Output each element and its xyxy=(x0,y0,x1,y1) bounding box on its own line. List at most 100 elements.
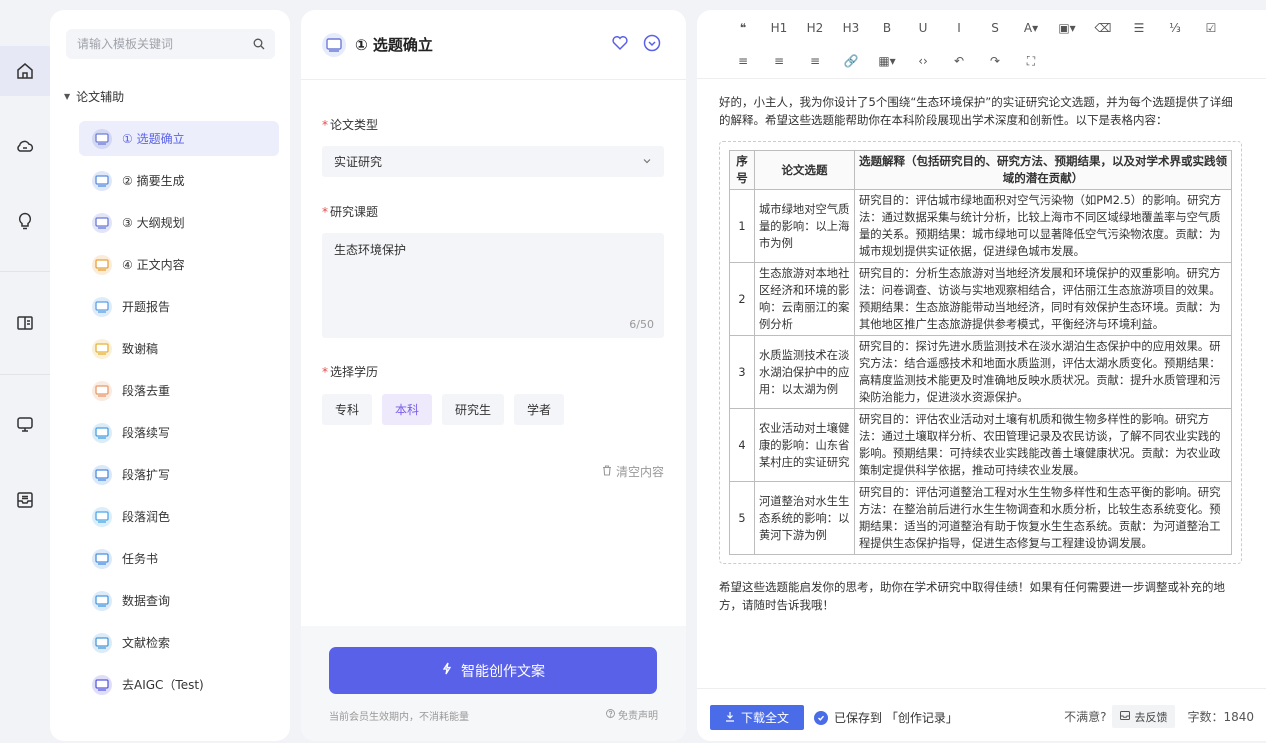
table-row: 4 农业活动对土壤健康的影响：山东省某村庄的实证研究 研究目的：评估农业活动对土壤有… xyxy=(729,408,1232,482)
feedback-label: 去反馈 xyxy=(1134,710,1168,724)
table-row: 2 生态旅游对本地社区经济和环境的影响：云南丽江的案例分析 研究目的：分析生态旅游对… xyxy=(729,262,1232,336)
template-item[interactable]: 任务书 xyxy=(79,541,279,576)
template-item[interactable]: 段落扩写 xyxy=(79,457,279,492)
toolbar-button[interactable]: S xyxy=(977,13,1013,43)
template-search xyxy=(66,29,275,59)
toolbar-button[interactable]: ☰ xyxy=(1121,13,1157,43)
document-content[interactable]: 好的，小主人，我为你设计了5个围绕“生态环境保护”的实证研究论文选题，并为每个选… xyxy=(719,93,1242,614)
clear-label: 清空内容 xyxy=(615,465,664,479)
degree-options: 专科 本科 研究生 学者 xyxy=(322,394,565,425)
icon-rail xyxy=(0,0,50,743)
toolbar-button[interactable]: ⅓ xyxy=(1157,13,1193,43)
template-icon xyxy=(92,296,112,317)
table-row: 3 水质监测技术在淡水湖泊保护中的应用：以太湖为例 研究目的：探讨先进水质监测技术在… xyxy=(729,335,1232,409)
toolbar-button[interactable]: U xyxy=(905,13,941,43)
row-explanation: 研究目的：评估河道整治工程对水生生物多样性和生态平衡的影响。研究方法：在整治前后… xyxy=(854,481,1232,555)
toolbar-button[interactable]: ⌫ xyxy=(1085,13,1121,43)
template-item[interactable]: ② 摘要生成 xyxy=(79,163,279,198)
editor-panel: ❝ H1 H2 H3 B U I S A▾ ▣▾ ⌫ ☰ ⅓ ☑ ≡ ≡ ≡ 🔗 ▦▾ ‹› ↶ ↷ ⛶ 好的，小主人，我… xyxy=(697,10,1266,741)
header-desc: 选题解释（包括研究目的、研究方法、预期结果，以及对学术界或实践领域的潜在贡献） xyxy=(854,150,1232,190)
paper-type-select[interactable]: 实证研究 xyxy=(322,146,664,177)
search-icon[interactable] xyxy=(253,38,265,50)
table-row: 1 城市绿地对空气质量的影响：以上海市为例 研究目的：评估城市绿地面积对空气污染物（… xyxy=(729,189,1232,263)
degree-option[interactable]: 研究生 xyxy=(442,394,505,425)
toolbar-button[interactable]: ▦▾ xyxy=(869,46,905,76)
template-item[interactable]: 去AIGC（Test) xyxy=(79,667,279,702)
template-item[interactable]: 数据查询 xyxy=(79,583,279,618)
unsatisfied-label: 不满意? xyxy=(1064,710,1107,724)
feedback-button[interactable]: 去反馈 xyxy=(1112,705,1176,728)
template-item[interactable]: 文献检索 xyxy=(79,625,279,660)
monitor-icon[interactable] xyxy=(0,399,50,449)
template-item-label: ④ 正文内容 xyxy=(122,258,185,272)
topics-table-wrapper: 序号 论文选题 选题解释（包括研究目的、研究方法、预期结果，以及对学术界或实践领… xyxy=(719,141,1242,564)
status-bar: 下载全文 已保存到 「创作记录」 不满意? 去反馈 字数：1840 xyxy=(697,688,1266,741)
toolbar-button[interactable]: ≡ xyxy=(797,46,833,76)
template-search-input[interactable] xyxy=(77,37,247,51)
heart-icon[interactable] xyxy=(611,34,629,55)
toolbar-button[interactable]: ☑ xyxy=(1193,13,1229,43)
toolbar-button[interactable]: ↷ xyxy=(977,46,1013,76)
template-group-label: 论文辅助 xyxy=(76,90,125,104)
template-item[interactable]: ③ 大纲规划 xyxy=(79,205,279,240)
chevron-circle-icon[interactable] xyxy=(643,34,661,55)
toolbar-button[interactable]: ⛶ xyxy=(1013,46,1049,76)
chevron-down-icon xyxy=(642,155,652,169)
trash-icon xyxy=(602,464,612,479)
row-topic: 水质监测技术在淡水湖泊保护中的应用：以太湖为例 xyxy=(754,335,855,409)
lightbulb-icon[interactable] xyxy=(0,196,50,246)
download-icon xyxy=(725,711,735,725)
download-button[interactable]: 下载全文 xyxy=(710,705,804,730)
toolbar-button[interactable]: I xyxy=(941,13,977,43)
degree-option[interactable]: 学者 xyxy=(514,394,565,425)
disclaimer-link[interactable]: 免责声明 xyxy=(606,707,658,722)
toolbar-button[interactable]: ▣▾ xyxy=(1049,13,1085,43)
inbox-icon[interactable] xyxy=(0,475,50,525)
template-item[interactable]: 段落去重 xyxy=(79,373,279,408)
toolbar-button[interactable]: H1 xyxy=(761,13,797,43)
form-title: ① 选题确立 xyxy=(355,36,433,54)
template-item-label: ① 选题确立 xyxy=(122,132,185,146)
template-item[interactable]: 致谢稿 xyxy=(79,331,279,366)
form-footer: 智能创作文案 当前会员生效期内，不消耗能量 免责声明 xyxy=(301,626,686,741)
toolbar-button[interactable]: B xyxy=(869,13,905,43)
magic-icon xyxy=(441,662,453,679)
template-item[interactable]: 段落润色 xyxy=(79,499,279,534)
clear-button[interactable]: 清空内容 xyxy=(602,463,664,480)
row-number: 1 xyxy=(729,189,755,263)
form-header: ① 选题确立 xyxy=(301,10,686,80)
degree-option[interactable]: 专科 xyxy=(322,394,373,425)
toolbar-button[interactable]: ≡ xyxy=(725,46,761,76)
home-icon[interactable] xyxy=(0,46,50,96)
research-topic-input[interactable]: 生态环境保护 6/50 xyxy=(322,233,664,338)
row-topic: 河道整治对水生生态系统的影响：以黄河下游为例 xyxy=(754,481,855,555)
template-group-header[interactable]: ▼ 论文辅助 xyxy=(64,88,124,105)
degree-option[interactable]: 本科 xyxy=(382,394,433,425)
toolbar-button[interactable]: ❝ xyxy=(725,13,761,43)
toolbar-button[interactable]: ≡ xyxy=(761,46,797,76)
template-icon xyxy=(92,590,112,611)
row-number: 5 xyxy=(729,481,755,555)
generate-button[interactable]: 智能创作文案 xyxy=(329,647,657,694)
book-icon[interactable] xyxy=(0,298,50,348)
row-explanation: 研究目的：评估农业活动对土壤有机质和微生物多样性的影响。研究方法：通过土壤取样分… xyxy=(854,408,1232,482)
generate-label: 智能创作文案 xyxy=(461,663,545,680)
cloud-icon[interactable] xyxy=(0,121,50,171)
research-topic-label: * 研究课题 xyxy=(322,205,379,219)
toolbar-button[interactable]: H2 xyxy=(797,13,833,43)
toolbar-button[interactable]: ‹› xyxy=(905,46,941,76)
save-status: 已保存到 「创作记录」 xyxy=(814,709,958,726)
toolbar-button[interactable]: H3 xyxy=(833,13,869,43)
template-icon xyxy=(92,464,112,485)
template-item[interactable]: 开题报告 xyxy=(79,289,279,324)
template-item[interactable]: ④ 正文内容 xyxy=(79,247,279,282)
toolbar-button[interactable]: ↶ xyxy=(941,46,977,76)
template-item-label: 去AIGC（Test) xyxy=(122,678,204,692)
toolbar-button[interactable]: 🔗 xyxy=(833,46,869,76)
template-item-label: ② 摘要生成 xyxy=(122,174,185,188)
template-item[interactable]: 段落续写 xyxy=(79,415,279,450)
toolbar-button[interactable]: A▾ xyxy=(1013,13,1049,43)
template-icon xyxy=(92,338,112,359)
template-item[interactable]: ① 选题确立 xyxy=(79,121,279,156)
template-icon xyxy=(92,632,112,653)
